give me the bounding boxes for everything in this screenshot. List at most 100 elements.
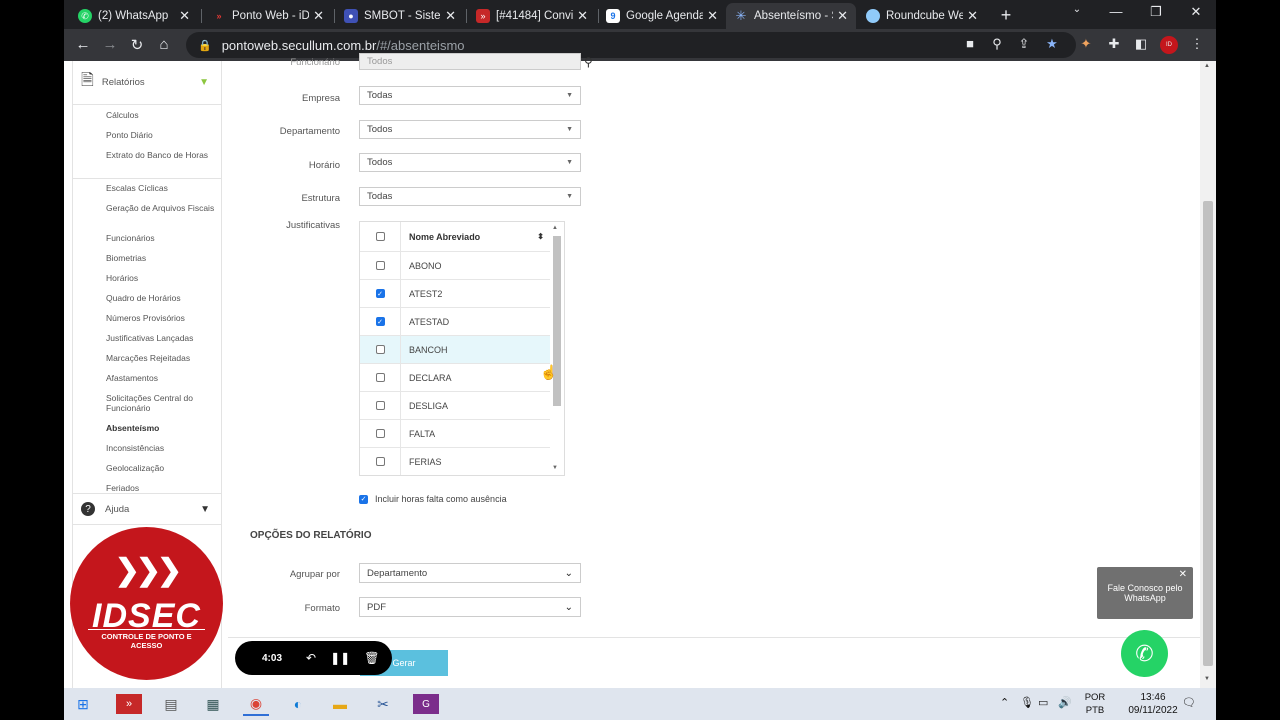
scroll-down-icon[interactable]: ▼ (552, 465, 558, 471)
sidebar-item-quadro-horarios[interactable]: Quadro de Horários (73, 293, 221, 313)
secullum-app-icon[interactable]: » (116, 694, 142, 714)
table-row[interactable]: ✓ ATEST2 (360, 280, 550, 308)
zoom-icon[interactable]: ⚲ (988, 36, 1006, 52)
sidebar-item-horarios[interactable]: Horários (73, 273, 221, 293)
row-checkbox[interactable] (375, 345, 385, 354)
sidebar-item-funcionarios[interactable]: Funcionários (73, 233, 221, 253)
sidebar-item-absenteismo[interactable]: Absenteísmo (73, 423, 221, 443)
tab-whatsapp[interactable]: ✆ (2) WhatsApp ✕ (70, 3, 198, 29)
close-icon[interactable]: ✕ (1179, 570, 1187, 580)
close-icon[interactable]: ✕ (837, 8, 848, 24)
empresa-select[interactable]: Todas ▼ (359, 86, 581, 105)
menu-icon[interactable]: ⋮ (1188, 36, 1206, 52)
pause-icon[interactable]: ❚❚ (330, 651, 350, 665)
search-icon[interactable]: ⚲ (584, 55, 593, 69)
sidebar-item-geracao-arquivos[interactable]: Geração de Arquivos Fiscais (73, 203, 221, 233)
row-checkbox[interactable] (375, 261, 385, 270)
notepad-icon[interactable]: ▤ (158, 692, 184, 716)
forward-icon[interactable]: → (100, 36, 120, 53)
sidebar-item-justificativas-lancadas[interactable]: Justificativas Lançadas (73, 333, 221, 353)
sidebar-item-ponto-diario[interactable]: Ponto Diário (73, 130, 221, 150)
sidebar-item-solicitacoes[interactable]: Solicitações Central do Funcionário (73, 393, 221, 423)
edge-icon[interactable]: ◐ (285, 692, 311, 716)
page-scrollbar[interactable]: ▲ ▼ (1200, 61, 1216, 688)
sidebar-item-inconsistencias[interactable]: Inconsistências (73, 443, 221, 463)
scroll-thumb[interactable] (1203, 201, 1213, 666)
close-window-button[interactable]: ✕ (1181, 4, 1211, 20)
new-tab-button[interactable]: + (996, 5, 1016, 26)
extension-icon[interactable]: ✦ (1077, 36, 1095, 52)
bookmark-star-icon[interactable]: ★ (1043, 36, 1061, 52)
table-row[interactable]: FERIAS (360, 448, 550, 475)
maximize-button[interactable]: ❐ (1141, 4, 1171, 20)
share-icon[interactable]: ⇪ (1015, 36, 1033, 52)
sidebar-item-escalas[interactable]: Escalas Cíclicas (73, 183, 221, 203)
scroll-up-icon[interactable]: ▲ (1204, 63, 1210, 69)
sidebar-section-relatorios[interactable]: 🗎 Relatórios ▼ (73, 61, 221, 105)
microphone-icon[interactable]: 🎙 (1020, 696, 1034, 709)
close-icon[interactable]: ✕ (179, 8, 190, 24)
tab-smbot[interactable]: ●SMBOT - Sistema✕ (336, 3, 464, 29)
chrome-icon[interactable]: ◉ (243, 692, 269, 716)
tab-search-icon[interactable]: ⌄ (1062, 4, 1092, 15)
table-row[interactable]: BANCOH (360, 336, 550, 364)
sidebar-section-ajuda[interactable]: ? Ajuda ▼ (73, 493, 222, 525)
row-checkbox[interactable]: ✓ (375, 317, 385, 326)
tray-chevron-icon[interactable]: ⌃ (1000, 696, 1009, 709)
table-row[interactable]: FALTA (360, 420, 550, 448)
sidebar-item-geolocalizacao[interactable]: Geolocalização (73, 463, 221, 483)
departamento-select[interactable]: Todos ▼ (359, 120, 581, 139)
sidebar-item-numeros-provisorios[interactable]: Números Provisórios (73, 313, 221, 333)
agrupar-select[interactable]: Departamento ⌄ (359, 563, 581, 583)
extensions-puzzle-icon[interactable]: ✚ (1105, 36, 1123, 52)
table-header[interactable]: Nome Abreviado ⬍ (360, 222, 550, 252)
minimize-button[interactable]: — (1101, 4, 1131, 19)
close-icon[interactable]: ✕ (967, 8, 978, 24)
close-icon[interactable]: ✕ (707, 8, 718, 24)
sidebar-item-calculos[interactable]: Cálculos (73, 110, 221, 130)
close-icon[interactable]: ✕ (577, 8, 588, 24)
snipping-tool-icon[interactable]: ✂ (370, 692, 396, 716)
pdf-app-icon[interactable]: G (413, 694, 439, 714)
file-explorer-icon[interactable]: ▬ (327, 692, 353, 716)
sidebar-item-marcacoes-rejeitadas[interactable]: Marcações Rejeitadas (73, 353, 221, 373)
scroll-down-icon[interactable]: ▼ (1204, 676, 1210, 682)
home-icon[interactable]: ⌂ (154, 36, 174, 53)
trash-icon[interactable]: 🗑 (364, 651, 379, 665)
row-checkbox[interactable] (375, 401, 385, 410)
sidebar-item-extrato[interactable]: Extrato do Banco de Horas (73, 150, 221, 174)
tab-absenteismo[interactable]: ✳Absenteísmo - Secullum✕ (726, 3, 856, 29)
scroll-up-icon[interactable]: ▲ (552, 225, 558, 231)
url-field[interactable]: 🔒 pontoweb.secullum.com.br/#/absenteismo (186, 32, 1076, 58)
table-row[interactable]: ✓ ATESTAD (360, 308, 550, 336)
tab-ticket[interactable]: »[#41484] Convite✕ (468, 3, 596, 29)
row-checkbox[interactable] (375, 373, 385, 382)
tab-roundcube[interactable]: Roundcube Webmail✕ (858, 3, 986, 29)
network-icon[interactable]: ▭ (1038, 696, 1048, 709)
table-row[interactable]: ABONO (360, 252, 550, 280)
volume-icon[interactable]: 🔊 (1058, 696, 1072, 709)
incluir-checkbox[interactable]: ✓ (359, 494, 368, 504)
tab-ponto-web[interactable]: »Ponto Web - iDSEC✕ (204, 3, 332, 29)
side-panel-icon[interactable]: ◧ (1132, 36, 1150, 52)
incluir-horas-falta-option[interactable]: ✓ Incluir horas falta como ausência (359, 494, 507, 504)
row-checkbox[interactable]: ✓ (375, 289, 385, 298)
row-checkbox[interactable] (375, 457, 385, 466)
close-icon[interactable]: ✕ (313, 8, 324, 24)
calculator-app-icon[interactable]: ▦ (200, 692, 226, 716)
notifications-icon[interactable]: 🗨 (1182, 696, 1196, 709)
system-clock[interactable]: 13:46 09/11/2022 (1122, 691, 1184, 717)
language-indicator[interactable]: POR PTB (1082, 691, 1108, 717)
back-icon[interactable]: ← (73, 36, 93, 53)
row-checkbox[interactable] (375, 429, 385, 438)
horario-select[interactable]: Todos ▼ (359, 153, 581, 172)
whatsapp-button[interactable]: ✆ (1121, 630, 1168, 677)
select-all-checkbox[interactable] (375, 232, 385, 241)
close-icon[interactable]: ✕ (445, 8, 456, 24)
table-row[interactable]: DECLARA (360, 364, 550, 392)
estrutura-select[interactable]: Todas ▼ (359, 187, 581, 206)
undo-icon[interactable]: ↶ (306, 651, 316, 665)
sidebar-item-biometrias[interactable]: Biometrias (73, 253, 221, 273)
sidebar-item-afastamentos[interactable]: Afastamentos (73, 373, 221, 393)
windows-start-icon[interactable]: ⊞ (70, 692, 96, 716)
